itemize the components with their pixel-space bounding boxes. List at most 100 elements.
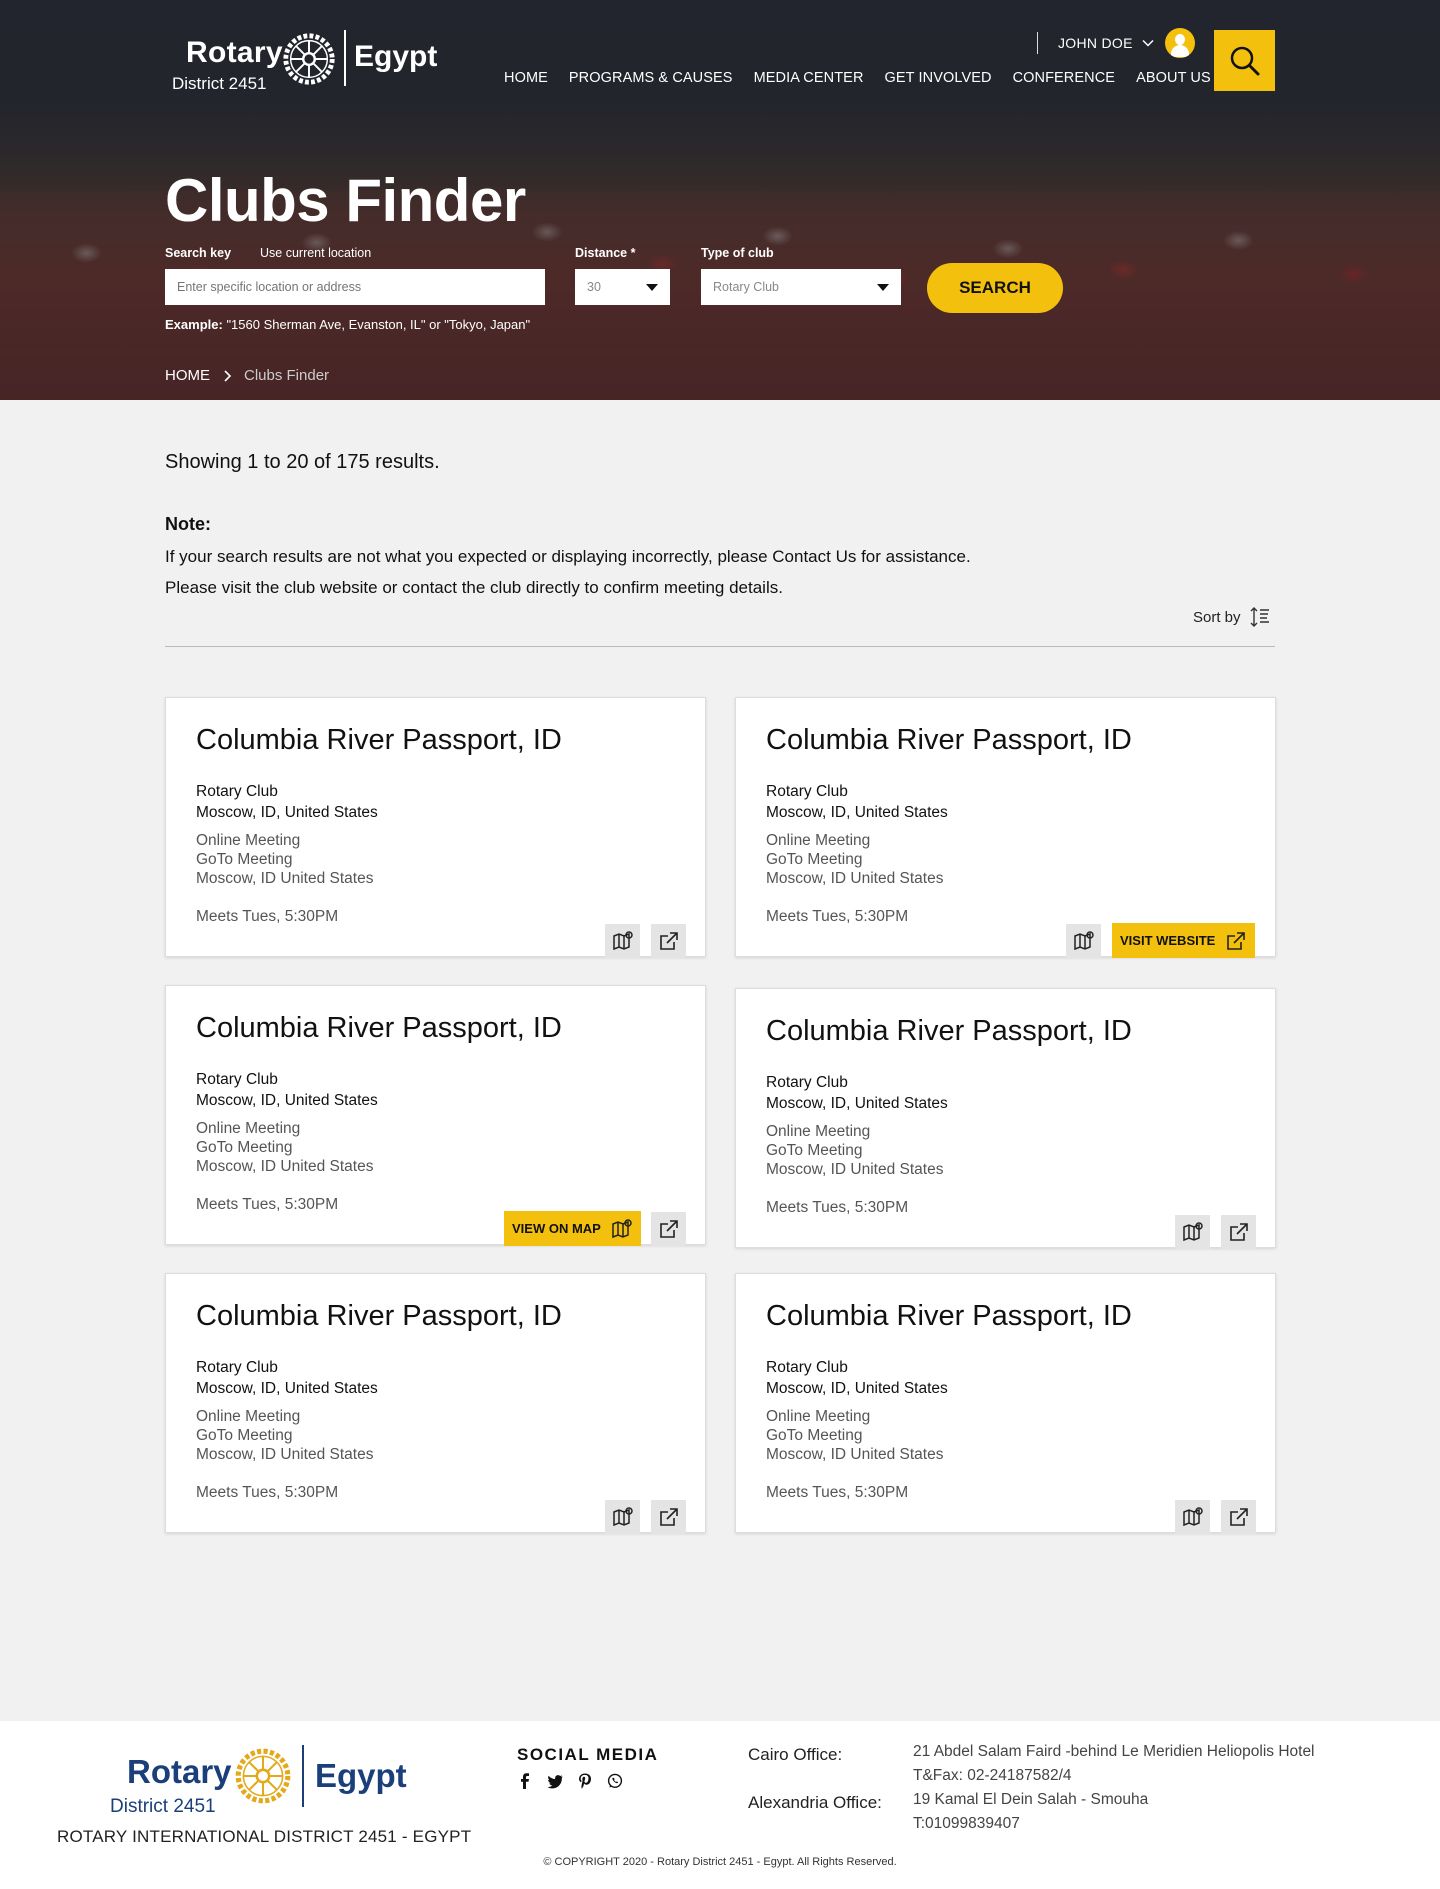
club-card: Columbia River Passport, ID Rotary Club … [735, 697, 1276, 958]
external-link-icon [659, 932, 678, 950]
meeting-platform: GoTo Meeting [196, 851, 293, 868]
whatsapp-icon[interactable] [607, 1773, 623, 1789]
meeting-platform: GoTo Meeting [766, 851, 863, 868]
use-current-location-link[interactable]: Use current location [260, 246, 371, 260]
meeting-type: Online Meeting [196, 832, 301, 849]
nav-home[interactable]: HOME [504, 70, 548, 86]
club-name: Columbia River Passport, ID [196, 724, 562, 756]
copyright-text: © COPYRIGHT 2020 - Rotary District 2451 … [543, 1856, 897, 1868]
note-title: Note: [165, 514, 211, 534]
club-type: Rotary Club [766, 783, 848, 800]
sort-by-control[interactable]: Sort by [1193, 606, 1271, 628]
site-logo[interactable]: Rotary District 2451 Egypt [172, 28, 442, 98]
nav-get-involved[interactable]: GET INVOLVED [885, 70, 992, 86]
footer: Rotary District 2451 Egypt ROTARY INTERN… [0, 1721, 1440, 1889]
nav-about-us[interactable]: ABOUT US [1136, 70, 1211, 86]
twitter-icon[interactable] [547, 1773, 563, 1789]
logo-rotary-text: Rotary [127, 1753, 232, 1790]
club-card: Columbia River Passport, ID Rotary Club … [165, 697, 706, 958]
club-type-value: Rotary Club [713, 280, 779, 294]
meeting-time: Meets Tues, 5:30PM [196, 908, 339, 925]
map-icon [612, 931, 633, 951]
meeting-platform: GoTo Meeting [766, 1427, 863, 1444]
cairo-office-address: 21 Abdel Salam Faird -behind Le Meridien… [913, 1743, 1315, 1760]
club-location: Moscow, ID, United States [196, 1092, 378, 1109]
meeting-platform: GoTo Meeting [196, 1427, 293, 1444]
external-link-icon [659, 1508, 678, 1526]
meeting-time: Meets Tues, 5:30PM [196, 1196, 339, 1213]
meeting-type: Online Meeting [766, 1408, 871, 1425]
club-name: Columbia River Passport, ID [196, 1012, 562, 1044]
external-link-icon [1229, 1508, 1248, 1526]
club-location: Moscow, ID, United States [766, 804, 948, 821]
meeting-time: Meets Tues, 5:30PM [766, 908, 909, 925]
club-name: Columbia River Passport, ID [766, 1015, 1132, 1047]
open-website-button[interactable] [651, 924, 686, 958]
view-on-map-button[interactable] [1175, 1500, 1210, 1534]
view-on-map-button[interactable] [605, 1500, 640, 1534]
nav-conference[interactable]: CONFERENCE [1013, 70, 1116, 86]
location-search-input[interactable] [165, 269, 545, 305]
alexandria-office-address: 19 Kamal El Dein Salah - Smouha [913, 1791, 1149, 1808]
divider [165, 646, 1275, 647]
visit-website-button[interactable]: VISIT WEBSITE [1112, 923, 1256, 958]
open-website-button[interactable] [651, 1500, 686, 1534]
footer-org-name: ROTARY INTERNATIONAL DISTRICT 2451 - EGY… [57, 1827, 472, 1846]
logo-country-text: Egypt [315, 1757, 407, 1794]
club-card: Columbia River Passport, ID Rotary Club … [735, 1273, 1276, 1534]
view-on-map-button[interactable]: VIEW ON MAP [504, 1211, 641, 1246]
external-link-icon [659, 1220, 678, 1238]
meeting-type: Online Meeting [196, 1120, 301, 1137]
user-name: JOHN DOE [1058, 35, 1133, 51]
page-title: Clubs Finder [165, 167, 526, 234]
chevron-down-icon [1142, 39, 1154, 47]
logo-district-text: District 2451 [110, 1796, 216, 1817]
club-type: Rotary Club [196, 1359, 278, 1376]
nav-media-center[interactable]: MEDIA CENTER [754, 70, 864, 86]
facebook-icon[interactable] [517, 1773, 533, 1789]
meeting-type: Online Meeting [766, 1123, 871, 1140]
meeting-address: Moscow, ID United States [766, 870, 944, 887]
breadcrumb-current: Clubs Finder [244, 367, 330, 384]
club-type: Rotary Club [766, 1074, 848, 1091]
view-on-map-button[interactable] [605, 924, 640, 958]
chevron-right-icon [224, 369, 232, 382]
user-menu[interactable]: JOHN DOE [1037, 28, 1195, 58]
pinterest-icon[interactable] [577, 1773, 593, 1789]
club-location: Moscow, ID, United States [766, 1380, 948, 1397]
avatar[interactable] [1164, 28, 1195, 58]
nav-programs-causes[interactable]: PROGRAMS & CAUSES [569, 70, 733, 86]
example-label: Example: [165, 317, 223, 332]
caret-down-icon [877, 284, 889, 291]
cairo-office-phone: T&Fax: 02-24187582/4 [913, 1767, 1072, 1784]
meeting-time: Meets Tues, 5:30PM [196, 1484, 339, 1501]
alexandria-office-label: Alexandria Office: [748, 1793, 882, 1812]
club-card: Columbia River Passport, ID Rotary Club … [165, 985, 706, 1246]
search-button[interactable]: SEARCH [927, 263, 1063, 313]
club-type-label: Type of club [701, 246, 774, 260]
logo-country-text: Egypt [354, 40, 438, 73]
logo-rotary-text: Rotary [186, 36, 283, 69]
distance-select[interactable]: 30 [575, 269, 670, 305]
club-type: Rotary Club [196, 783, 278, 800]
map-icon [612, 1218, 632, 1238]
view-on-map-button[interactable] [1175, 1215, 1210, 1249]
breadcrumb-home[interactable]: HOME [165, 367, 210, 384]
meeting-address: Moscow, ID United States [196, 870, 374, 887]
meeting-time: Meets Tues, 5:30PM [766, 1199, 909, 1216]
map-icon [1182, 1222, 1203, 1242]
view-on-map-button[interactable] [1066, 924, 1101, 958]
club-type: Rotary Club [766, 1359, 848, 1376]
open-website-button[interactable] [1221, 1215, 1256, 1249]
search-key-label: Search key [165, 246, 232, 260]
social-links [517, 1773, 623, 1789]
club-type-select[interactable]: Rotary Club [701, 269, 901, 305]
club-name: Columbia River Passport, ID [766, 1300, 1132, 1332]
caret-down-icon [646, 284, 658, 291]
example-text: "1560 Sherman Ave, Evanston, IL" or "Tok… [226, 317, 531, 332]
footer-logo[interactable]: Rotary District 2451 Egypt [110, 1743, 430, 1823]
open-website-button[interactable] [651, 1212, 686, 1246]
cairo-office-label: Cairo Office: [748, 1745, 843, 1764]
open-website-button[interactable] [1221, 1500, 1256, 1534]
club-location: Moscow, ID, United States [766, 1095, 948, 1112]
